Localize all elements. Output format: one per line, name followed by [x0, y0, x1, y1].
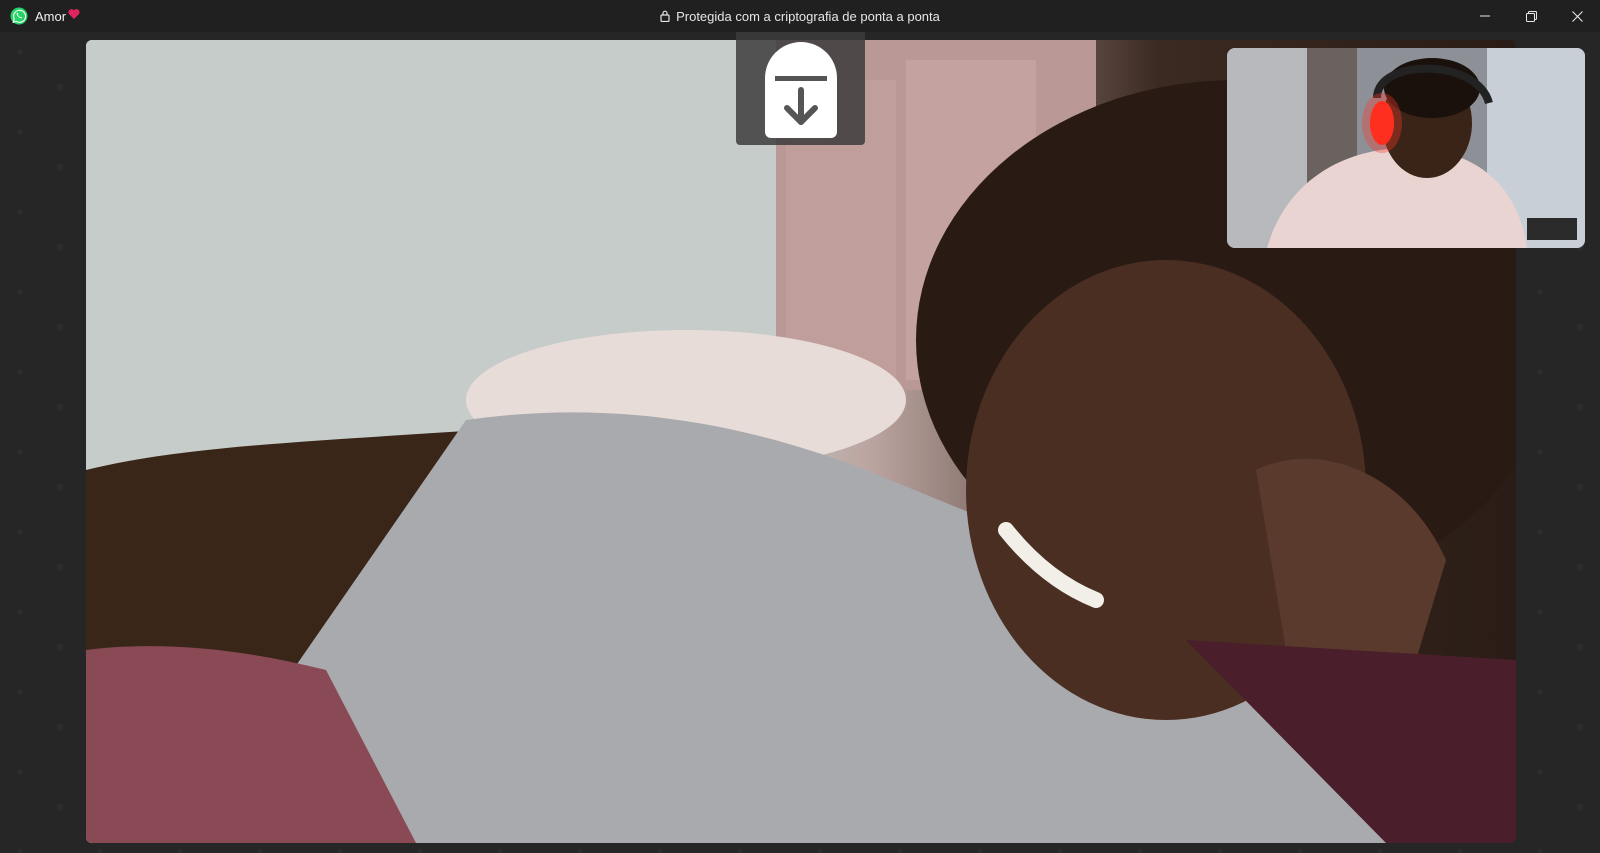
encryption-status: Protegida com a criptografia de ponta a …: [0, 9, 1600, 25]
restore-icon: [1525, 10, 1537, 22]
encryption-status-text: Protegida com a criptografia de ponta a …: [676, 9, 940, 24]
restore-button[interactable]: [1508, 0, 1554, 32]
lock-icon: [660, 10, 670, 25]
download-lock-icon: [764, 41, 837, 138]
self-video-preview[interactable]: [1227, 48, 1585, 248]
minimize-button[interactable]: [1462, 0, 1508, 32]
download-overlay[interactable]: [736, 32, 865, 145]
minimize-icon: [1480, 15, 1490, 17]
self-video-frame: [1227, 48, 1585, 248]
close-icon: [1571, 10, 1583, 22]
close-button[interactable]: [1554, 0, 1600, 32]
title-bar: Amor Protegida com a criptografia de pon…: [0, 0, 1600, 32]
